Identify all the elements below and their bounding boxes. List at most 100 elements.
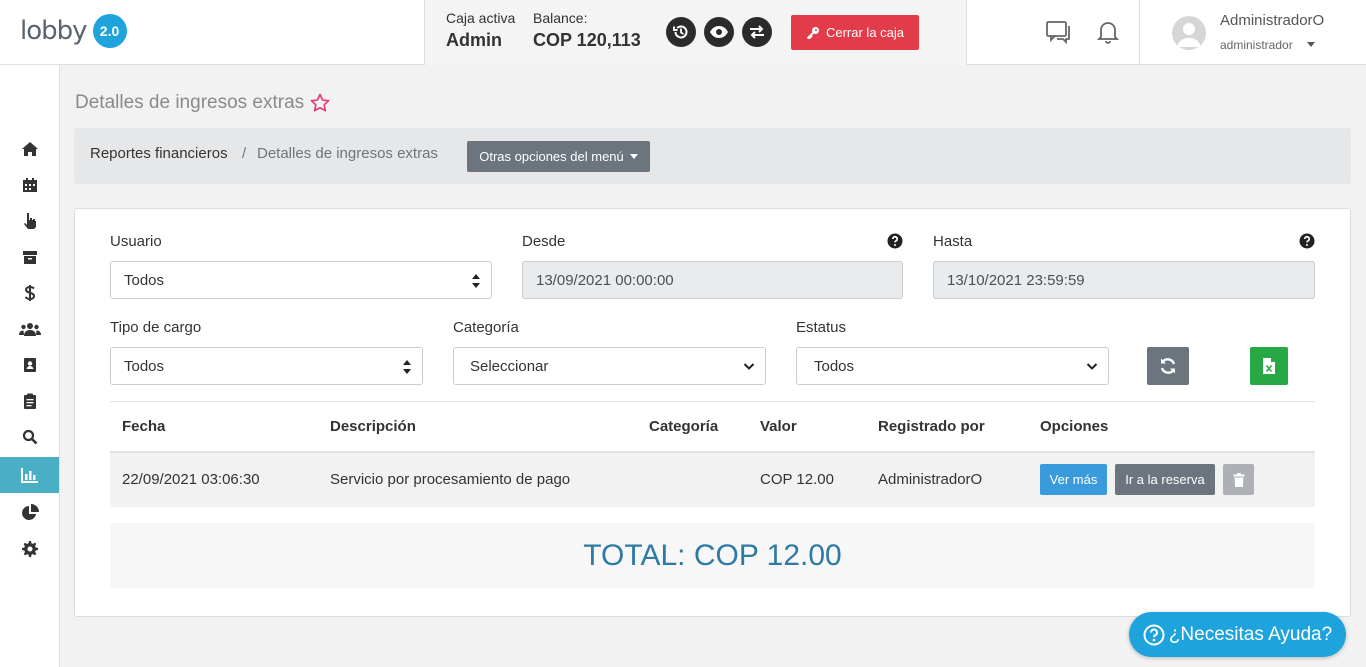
estatus-select[interactable]: Todos	[796, 347, 1109, 385]
sidebar-item-reports[interactable]	[0, 457, 59, 493]
column-header-valor: Valor	[748, 401, 866, 453]
notifications-button[interactable]	[1096, 20, 1120, 49]
close-cashbox-button[interactable]: Cerrar la caja	[791, 15, 919, 50]
history-button[interactable]	[666, 17, 696, 47]
dollar-icon	[24, 285, 35, 301]
sidebar-item-payments[interactable]	[0, 275, 59, 311]
export-excel-button[interactable]	[1250, 347, 1288, 385]
hasta-field[interactable]: 13/10/2021 23:59:59	[933, 261, 1315, 299]
question-circle-icon	[1143, 624, 1165, 645]
cell-categoria	[637, 451, 748, 507]
hasta-field-value: 13/10/2021 23:59:59	[947, 271, 1085, 289]
trash-icon	[1233, 472, 1244, 487]
bell-icon	[1096, 22, 1120, 44]
hasta-label: Hasta	[933, 233, 973, 250]
transfer-button[interactable]	[742, 17, 772, 47]
avatar	[1172, 16, 1206, 50]
search-icon	[22, 429, 37, 445]
other-options-menu-button[interactable]: Otras opciones del menú	[467, 141, 650, 172]
cell-opciones: Ver más Ir a la reserva	[1028, 451, 1315, 507]
active-cashbox: Caja activa Admin	[446, 10, 515, 51]
question-circle-icon[interactable]	[1299, 233, 1315, 249]
refresh-icon	[1160, 358, 1176, 374]
gear-icon	[21, 541, 38, 557]
sidebar-item-users[interactable]	[0, 311, 59, 347]
address-book-icon	[23, 358, 36, 372]
usuario-select[interactable]: Todos	[110, 261, 492, 299]
caret-down-icon	[629, 154, 638, 159]
user-menu[interactable]: AdministradorO administrador	[1139, 0, 1366, 65]
help-chat-button[interactable]: ¿Necesitas Ayuda?	[1129, 612, 1346, 657]
column-header-descripcion: Descripción	[318, 401, 637, 453]
balance: Balance: COP 120,113	[533, 10, 641, 51]
history-icon	[673, 25, 688, 39]
sidebar-item-statistics[interactable]	[0, 495, 59, 531]
view-button[interactable]	[704, 17, 734, 47]
sidebar-item-archive[interactable]	[0, 239, 59, 275]
user-avatar-icon	[1177, 23, 1201, 47]
pointer-hand-icon	[23, 213, 36, 229]
key-icon	[806, 26, 819, 39]
page-title: Detalles de ingresos extras	[75, 92, 330, 114]
logo-text: lobby	[20, 16, 88, 46]
messages-button[interactable]	[1045, 20, 1073, 49]
sidebar-item-search[interactable]	[0, 419, 59, 455]
column-header-fecha: Fecha	[110, 401, 318, 453]
column-header-opciones: Opciones	[1028, 401, 1315, 453]
star-outline-icon[interactable]	[310, 93, 330, 113]
column-header-categoria: Categoría	[637, 401, 748, 453]
close-cashbox-label: Cerrar la caja	[825, 25, 905, 40]
cell-descripcion: Servicio por procesamiento de pago	[318, 451, 637, 507]
sidebar-item-contacts[interactable]	[0, 347, 59, 383]
categoria-select-value: Seleccionar	[470, 357, 549, 375]
income-table: Fecha Descripción Categoría Valor Regist…	[110, 401, 1315, 507]
cashbox-panel: Caja activa Admin Balance: COP 120,113 C…	[424, 0, 967, 65]
desde-field-value: 13/09/2021 00:00:00	[536, 271, 674, 289]
help-chat-label: ¿Necesitas Ayuda?	[1168, 623, 1333, 645]
calendar-icon	[22, 178, 37, 192]
refresh-button[interactable]	[1147, 347, 1189, 385]
desde-field[interactable]: 13/09/2021 00:00:00	[522, 261, 903, 299]
table-row: 22/09/2021 03:06:30 Servicio por procesa…	[110, 451, 1315, 507]
usuario-label: Usuario	[110, 233, 162, 250]
sidebar-item-home[interactable]	[0, 131, 59, 167]
eye-icon	[710, 26, 728, 38]
tipo-cargo-select-value: Todos	[124, 357, 165, 375]
breadcrumb-parent-link[interactable]: Reportes financieros	[90, 145, 228, 162]
exchange-icon	[750, 25, 764, 39]
excel-file-icon	[1263, 358, 1275, 374]
breadcrumb: Reportes financieros / Detalles de ingre…	[74, 128, 1351, 184]
sort-arrows-icon	[472, 274, 480, 288]
sidebar-item-pointer[interactable]	[0, 203, 59, 239]
table-header-row: Fecha Descripción Categoría Valor Regist…	[110, 401, 1315, 453]
balance-label: Balance:	[533, 10, 588, 26]
chevron-down-icon	[743, 363, 755, 370]
clipboard-icon	[23, 393, 36, 409]
estatus-label: Estatus	[796, 319, 847, 336]
delete-button[interactable]	[1223, 464, 1254, 495]
tipo-cargo-label: Tipo de cargo	[110, 319, 202, 336]
app-logo[interactable]: lobby 2.0	[20, 14, 127, 48]
cell-registrado-por: AdministradorO	[866, 451, 1028, 507]
breadcrumb-separator: /	[242, 145, 247, 162]
ir-a-reserva-button[interactable]: Ir a la reserva	[1115, 464, 1215, 495]
home-icon	[21, 142, 38, 156]
top-bar: lobby 2.0 Caja activa Admin Balance: COP…	[0, 0, 1366, 65]
question-circle-icon[interactable]	[887, 233, 903, 249]
page-title-text: Detalles de ingresos extras	[75, 92, 305, 113]
logo-version-badge: 2.0	[92, 14, 127, 48]
ver-mas-button[interactable]: Ver más	[1040, 464, 1107, 495]
total-amount: TOTAL: COP 12.00	[110, 523, 1315, 588]
sidebar-item-calendar[interactable]	[0, 167, 59, 203]
user-name: AdministradorO	[1220, 12, 1325, 29]
other-options-label: Otras opciones del menú	[479, 149, 624, 164]
pie-chart-icon	[21, 504, 39, 520]
balance-value: COP 120,113	[533, 30, 641, 50]
categoria-select[interactable]: Seleccionar	[453, 347, 766, 385]
sidebar-item-settings[interactable]	[0, 531, 59, 567]
tipo-cargo-select[interactable]: Todos	[110, 347, 423, 385]
sidebar-item-tasks[interactable]	[0, 383, 59, 419]
report-card: Usuario Desde Hasta Todos 13/09/2021 00:…	[74, 208, 1351, 617]
user-role: administrador	[1220, 38, 1293, 52]
cell-fecha: 22/09/2021 03:06:30	[110, 451, 318, 507]
